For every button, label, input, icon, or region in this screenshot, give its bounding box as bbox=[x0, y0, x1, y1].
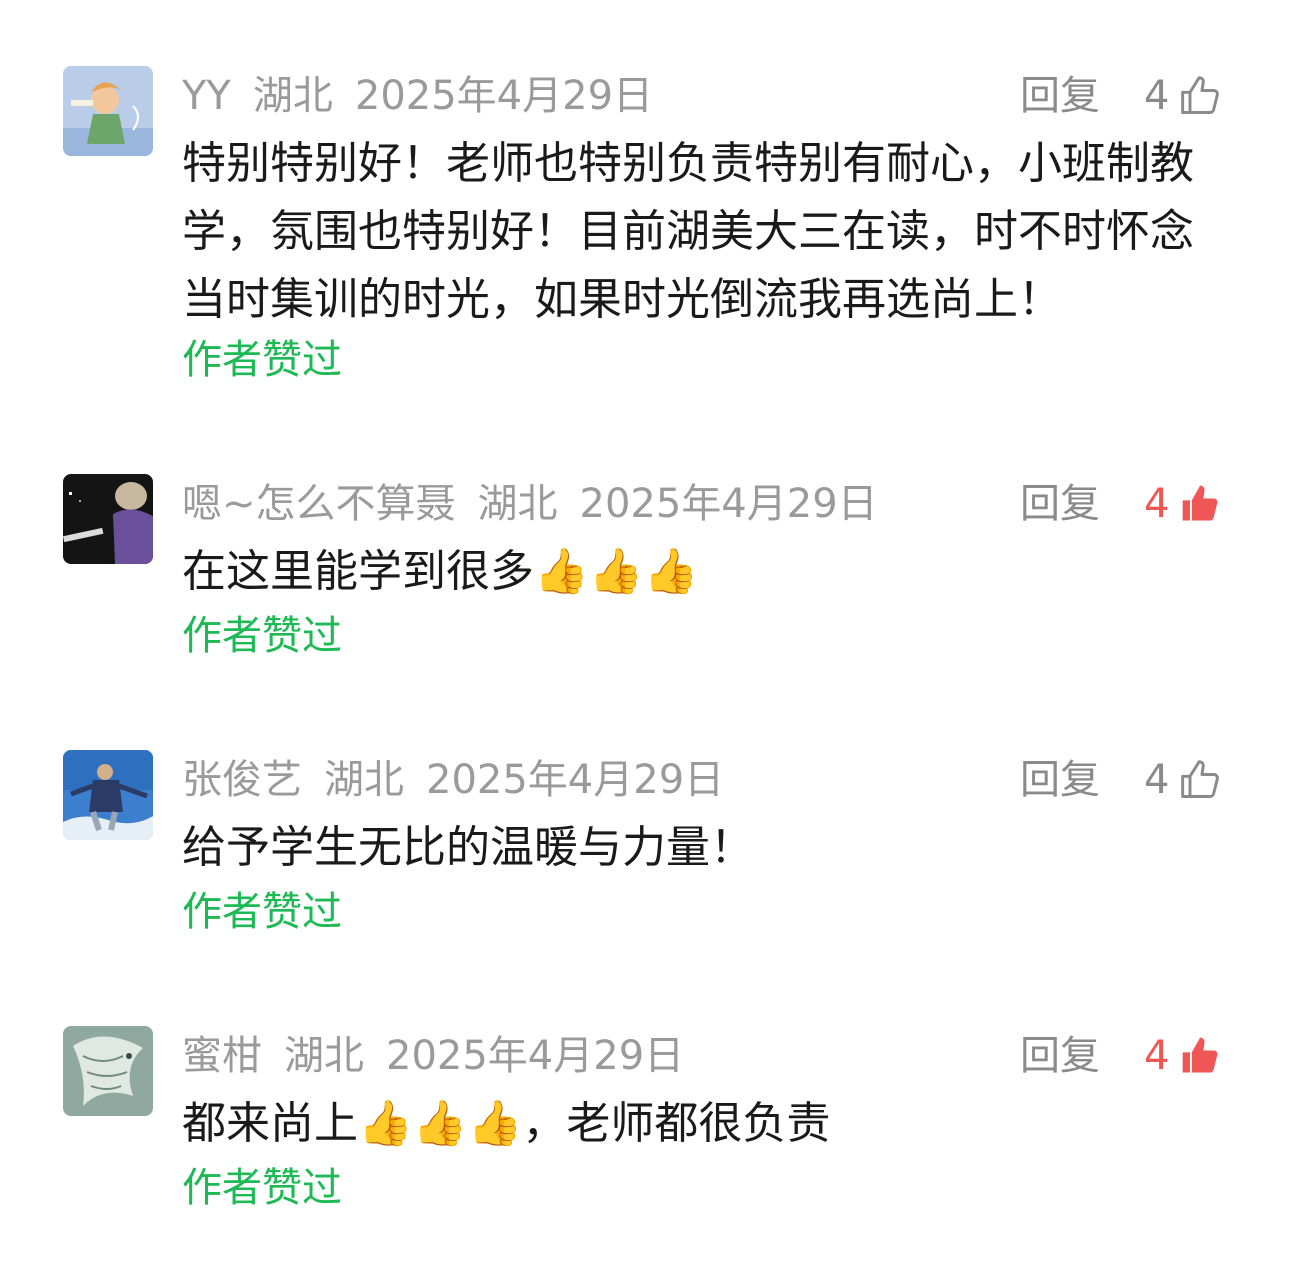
commenter-name[interactable]: 张俊艺 bbox=[182, 752, 302, 808]
comment-meta: 嗯~怎么不算聂 湖北 2025年4月29日 bbox=[182, 476, 878, 532]
like-button[interactable]: 4 bbox=[1144, 1028, 1223, 1084]
author-liked-label: 作者赞过 bbox=[182, 337, 342, 383]
author-liked-label: 作者赞过 bbox=[182, 613, 342, 659]
thumbs-up-outline-icon bbox=[1179, 74, 1223, 118]
comment-item: 蜜柑 湖北 2025年4月29日 回复 4 都来尚上👍👍👍，老师都很负责 作者赞… bbox=[0, 1026, 1290, 1226]
author-liked-label: 作者赞过 bbox=[182, 889, 342, 935]
comment-text: 都来尚上👍👍👍，老师都很负责 bbox=[182, 1098, 831, 1149]
commenter-name[interactable]: 嗯~怎么不算聂 bbox=[182, 476, 456, 532]
like-count: 4 bbox=[1144, 1033, 1170, 1079]
reply-button[interactable]: 回复 bbox=[1020, 752, 1100, 808]
comment-text: 在这里能学到很多👍👍👍 bbox=[182, 546, 699, 597]
like-button[interactable]: 4 bbox=[1144, 68, 1223, 124]
thumbs-up-filled-icon bbox=[1179, 1034, 1223, 1078]
comment-text: 特别特别好！老师也特别负责特别有耐心，小班制教学，氛围也特别好！目前湖美大三在读… bbox=[182, 138, 1194, 325]
thumbs-up-filled-icon bbox=[1179, 482, 1223, 526]
comment-text: 给予学生无比的温暖与力量！ bbox=[182, 822, 754, 873]
commenter-name[interactable]: 蜜柑 bbox=[182, 1028, 262, 1084]
author-liked-label: 作者赞过 bbox=[182, 1165, 342, 1211]
avatar[interactable] bbox=[63, 1026, 153, 1116]
comment-date: 2025年4月29日 bbox=[426, 757, 725, 803]
avatar[interactable] bbox=[63, 750, 153, 840]
reply-button[interactable]: 回复 bbox=[1020, 476, 1100, 532]
like-count: 4 bbox=[1144, 73, 1170, 119]
comment-item: 嗯~怎么不算聂 湖北 2025年4月29日 回复 4 在这里能学到很多👍👍👍 作… bbox=[0, 474, 1290, 674]
like-count: 4 bbox=[1144, 757, 1170, 803]
like-button[interactable]: 4 bbox=[1144, 476, 1223, 532]
commenter-name[interactable]: YY bbox=[182, 68, 231, 124]
comment-meta: 张俊艺 湖北 2025年4月29日 bbox=[182, 752, 724, 808]
commenter-region: 湖北 bbox=[324, 757, 404, 803]
reply-button[interactable]: 回复 bbox=[1020, 1028, 1100, 1084]
avatar[interactable] bbox=[63, 66, 153, 156]
commenter-region: 湖北 bbox=[477, 481, 558, 527]
like-count: 4 bbox=[1144, 481, 1170, 527]
reply-button[interactable]: 回复 bbox=[1020, 68, 1100, 124]
commenter-region: 湖北 bbox=[252, 73, 333, 119]
comment-date: 2025年4月29日 bbox=[579, 481, 878, 527]
comment-date: 2025年4月29日 bbox=[354, 73, 654, 119]
comment-item: YY 湖北 2025年4月29日 回复 4 特别特别好！老师也特别负责特别有耐心… bbox=[0, 66, 1290, 396]
like-button[interactable]: 4 bbox=[1144, 752, 1223, 808]
comment-date: 2025年4月29日 bbox=[386, 1033, 685, 1079]
comment-item: 张俊艺 湖北 2025年4月29日 回复 4 给予学生无比的温暖与力量！ 作者赞… bbox=[0, 750, 1290, 950]
avatar[interactable] bbox=[63, 474, 153, 564]
comment-meta: 蜜柑 湖北 2025年4月29日 bbox=[182, 1028, 684, 1084]
thumbs-up-outline-icon bbox=[1179, 758, 1223, 802]
comment-meta: YY 湖北 2025年4月29日 bbox=[182, 68, 653, 124]
commenter-region: 湖北 bbox=[284, 1033, 364, 1079]
